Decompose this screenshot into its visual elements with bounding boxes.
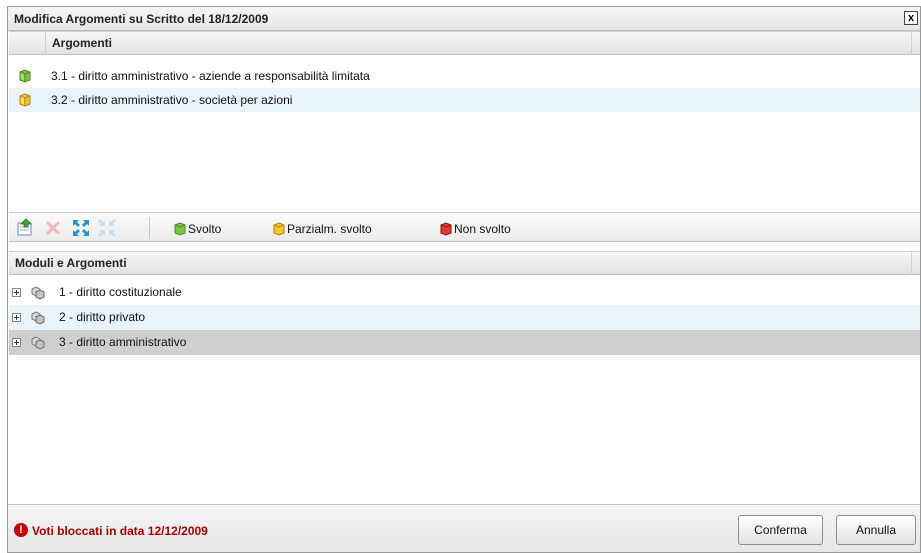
collapse-all-icon[interactable] [97, 218, 117, 238]
cube-green-icon [174, 222, 186, 236]
confirm-button[interactable]: Conferma [738, 515, 823, 545]
argomenti-grid-header: Argomenti [9, 31, 920, 55]
moduli-grid-header: Moduli e Argomenti [9, 251, 920, 275]
legend-non-svolto: Non svolto [438, 221, 548, 237]
alert-text: Voti bloccati in data 12/12/2009 [32, 524, 208, 538]
legend-parzialmente-svolto: Parzialm. svolto [271, 221, 401, 237]
dialog-title: Modifica Argomenti su Scritto del 18/12/… [14, 12, 269, 26]
argomento-label: 3.1 - diritto amministrativo - aziende a… [51, 69, 370, 83]
cube-yellow-icon [19, 93, 31, 107]
edit-topics-dialog: Modifica Argomenti su Scritto del 18/12/… [7, 6, 921, 553]
list-item[interactable]: 3.2 - diritto amministrativo - società p… [9, 88, 920, 112]
expand-toggle-icon[interactable] [12, 288, 21, 297]
close-button[interactable]: x [904, 11, 918, 25]
expand-all-icon[interactable] [71, 218, 91, 238]
legend-parzialmente-svolto-label: Parzialm. svolto [287, 222, 372, 236]
argomenti-list: 3.1 - diritto amministrativo - aziende a… [9, 64, 920, 112]
tree-row[interactable]: 1 - diritto costituzionale [9, 280, 920, 305]
moduli-column-header[interactable]: Moduli e Argomenti [9, 252, 911, 275]
expand-toggle-icon[interactable] [12, 313, 21, 322]
toolbar-separator [149, 217, 150, 239]
column-separator [911, 32, 912, 55]
module-label: 2 - diritto privato [59, 310, 146, 324]
dialog-footer: ! Voti bloccati in data 12/12/2009 Confe… [8, 504, 920, 552]
argomenti-column-header[interactable]: Argomenti [45, 32, 921, 55]
legend-svolto: Svolto [172, 221, 242, 237]
legend-non-svolto-label: Non svolto [454, 222, 511, 236]
modules-icon [31, 336, 45, 350]
add-icon[interactable] [15, 218, 35, 238]
cube-yellow-icon [273, 222, 285, 236]
argomento-label: 3.2 - diritto amministrativo - società p… [51, 93, 293, 107]
alert-icon: ! [14, 523, 28, 537]
module-label: 1 - diritto costituzionale [59, 285, 182, 299]
module-label: 3 - diritto amministrativo [59, 335, 187, 349]
modules-icon [31, 286, 45, 300]
list-item[interactable]: 3.1 - diritto amministrativo - aziende a… [9, 64, 920, 88]
cube-green-icon [19, 69, 31, 83]
moduli-tree: 1 - diritto costituzionale 2 - diritto p… [9, 280, 920, 355]
tree-row[interactable]: 2 - diritto privato [9, 305, 920, 330]
expand-toggle-icon[interactable] [12, 338, 21, 347]
delete-icon[interactable] [43, 218, 63, 238]
tree-row[interactable]: 3 - diritto amministrativo [9, 330, 920, 355]
modules-icon [31, 311, 45, 325]
dialog-titlebar[interactable]: Modifica Argomenti su Scritto del 18/12/… [8, 7, 920, 31]
legend-svolto-label: Svolto [188, 222, 222, 236]
column-separator [911, 252, 912, 275]
cube-red-icon [440, 222, 452, 236]
cancel-button[interactable]: Annulla [836, 515, 916, 545]
topics-toolbar: Svolto Parzialm. svolto Non svolto [9, 212, 920, 242]
